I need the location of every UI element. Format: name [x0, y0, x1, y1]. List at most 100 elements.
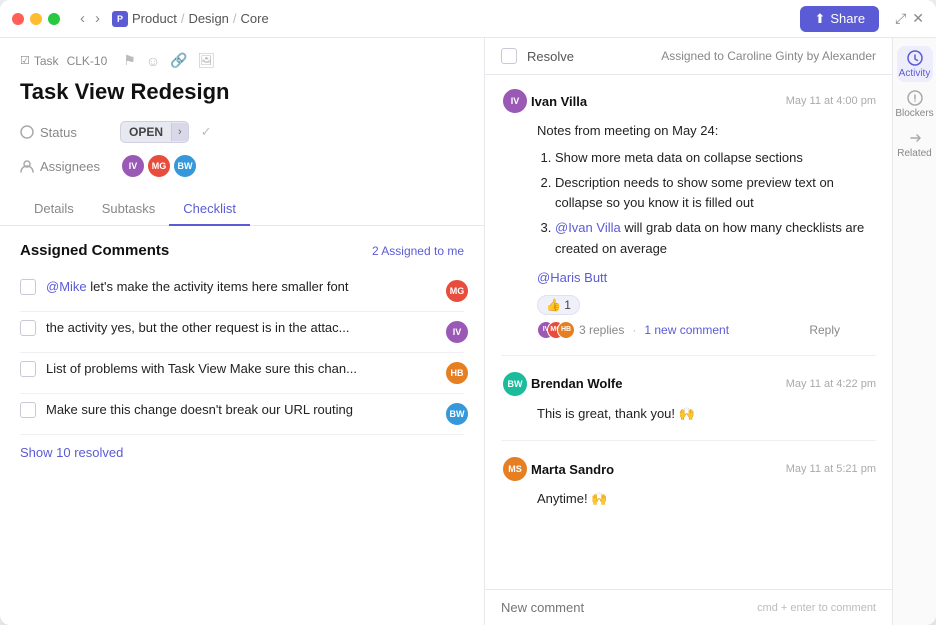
flag-button[interactable]: ⚑ [123, 52, 136, 69]
close-window-button[interactable]: ✕ [912, 10, 924, 27]
list-item: the activity yes, but the other request … [20, 312, 464, 353]
new-comment-input[interactable] [501, 600, 757, 615]
resolve-label[interactable]: Resolve [527, 49, 574, 64]
related-icon [907, 130, 923, 146]
item-checkbox-2[interactable] [20, 320, 36, 336]
comments-list: IV Ivan Villa May 11 at 4:00 pm Notes fr… [485, 75, 892, 589]
list-item: Make sure this change doesn't break our … [20, 394, 464, 435]
breadcrumb-design[interactable]: Design [188, 11, 228, 26]
activity-label: Activity [899, 68, 931, 79]
item-checkbox-4[interactable] [20, 402, 36, 418]
comment-mention-haris: @Haris Butt [537, 268, 876, 289]
task-title: Task View Redesign [20, 79, 464, 105]
assignee-avatars: IV MG BW [120, 153, 192, 179]
breadcrumb-sep-1: / [181, 11, 185, 26]
assigned-to-me-badge[interactable]: 2 Assigned to me [372, 244, 464, 258]
checklist-content: Assigned Comments 2 Assigned to me @Mike… [0, 226, 484, 625]
breadcrumb-core[interactable]: Core [241, 11, 269, 26]
close-button[interactable] [12, 13, 24, 25]
comment-time-ivan: May 11 at 4:00 pm [786, 95, 876, 107]
section-title: Assigned Comments [20, 242, 169, 259]
comment-body-brendan: This is great, thank you! 🙌 [501, 404, 876, 425]
list-item: @Ivan Villa will grab data on how many c… [555, 218, 876, 260]
task-icon: ☑ [20, 54, 30, 67]
comment-author-ivan: Ivan Villa [531, 94, 587, 109]
item-avatar-4: BW [444, 401, 470, 427]
resolve-bar: Resolve Assigned to Caroline Ginty by Al… [485, 38, 892, 75]
reply-avatar-3: HB [557, 321, 575, 339]
forward-button[interactable]: › [91, 8, 104, 29]
back-button[interactable]: ‹ [76, 8, 89, 29]
avatar-3: BW [172, 153, 198, 179]
app-logo: P [112, 11, 128, 27]
tabs: Details Subtasks Checklist [0, 193, 484, 226]
emoji-button[interactable]: ☺ [146, 52, 160, 69]
status-label: Status [20, 125, 120, 140]
comment-author-marta: Marta Sandro [531, 462, 614, 477]
comments-area: Resolve Assigned to Caroline Ginty by Al… [485, 38, 892, 625]
maximize-button[interactable] [48, 13, 60, 25]
image-button[interactable]: 🖼 [198, 52, 216, 69]
comment-divider-1 [501, 355, 876, 356]
sidebar-item-activity[interactable]: Activity [897, 46, 933, 82]
breadcrumb-product[interactable]: Product [132, 11, 177, 26]
mention-ivan-villa: @Ivan Villa [555, 220, 621, 235]
blockers-label: Blockers [895, 108, 933, 119]
sidebar-item-blockers[interactable]: Blockers [897, 86, 933, 122]
reply-avatars: IV MG HB [537, 321, 571, 339]
comment-author-brendan: Brendan Wolfe [531, 376, 623, 391]
status-row: Status OPEN › ✓ [20, 121, 464, 143]
sidebar-item-related[interactable]: Related [897, 126, 933, 162]
reply-button[interactable]: Reply [809, 323, 840, 337]
task-id: CLK-10 [67, 54, 108, 68]
tab-checklist[interactable]: Checklist [169, 193, 250, 226]
assignees-label: Assignees [20, 159, 120, 174]
share-button[interactable]: ⬆ Share [800, 6, 879, 32]
mention-mike: @Mike [46, 279, 87, 294]
share-icon: ⬆ [814, 11, 825, 27]
status-icon [20, 125, 34, 139]
task-header: ☑ Task CLK-10 ⚑ ☺ 🔗 🖼 Task View Redesign [0, 38, 484, 189]
item-avatar-2: IV [444, 319, 470, 345]
main-content: ☑ Task CLK-10 ⚑ ☺ 🔗 🖼 Task View Redesign [0, 38, 936, 625]
comment-marta: MS Marta Sandro May 11 at 5:21 pm Anytim… [501, 455, 876, 510]
comment-avatar-ivan: IV [501, 87, 529, 115]
tab-subtasks[interactable]: Subtasks [88, 193, 169, 226]
status-badge: OPEN › [120, 121, 189, 143]
link-button[interactable]: 🔗 [170, 52, 187, 69]
minimize-button[interactable] [30, 13, 42, 25]
task-meta: ☑ Task CLK-10 ⚑ ☺ 🔗 🖼 [20, 52, 464, 69]
activity-panel: Resolve Assigned to Caroline Ginty by Al… [485, 38, 936, 625]
new-comment-badge: 1 new comment [644, 323, 729, 337]
window-controls: ⤢ ✕ [895, 10, 924, 27]
item-text-4: Make sure this change doesn't break our … [46, 401, 434, 419]
section-header: Assigned Comments 2 Assigned to me [20, 242, 464, 259]
expand-button[interactable]: ⤢ [895, 10, 906, 27]
tab-details[interactable]: Details [20, 193, 88, 226]
comment-time-brendan: May 11 at 4:22 pm [786, 378, 876, 390]
related-label: Related [897, 148, 931, 159]
resolve-checkbox[interactable] [501, 48, 517, 64]
resolve-assigned: Assigned to Caroline Ginty by Alexander [584, 49, 876, 63]
item-text-2: the activity yes, but the other request … [46, 319, 434, 337]
blockers-icon [907, 90, 923, 106]
show-resolved-button[interactable]: Show 10 resolved [20, 435, 123, 460]
left-panel: ☑ Task CLK-10 ⚑ ☺ 🔗 🖼 Task View Redesign [0, 38, 485, 625]
comment-body-marta: Anytime! 🙌 [501, 489, 876, 510]
comment-avatar-brendan: BW [501, 370, 529, 398]
list-item: Description needs to show some preview t… [555, 173, 876, 215]
comment-body-ivan: Notes from meeting on May 24: Show more … [501, 121, 876, 289]
item-avatar-3: HB [444, 360, 470, 386]
replies-text: 3 replies [579, 323, 624, 337]
list-item: Show more meta data on collapse sections [555, 148, 876, 169]
task-actions: ⚑ ☺ 🔗 🖼 [123, 52, 215, 69]
activity-sidebar: Activity Blockers Related [892, 38, 936, 625]
status-dropdown-button[interactable]: › [171, 123, 188, 141]
reaction-chip[interactable]: 👍 1 [537, 295, 580, 315]
item-checkbox-1[interactable] [20, 279, 36, 295]
breadcrumb: P Product / Design / Core [112, 11, 269, 27]
comment-header-brendan: BW Brendan Wolfe May 11 at 4:22 pm [501, 370, 876, 398]
item-checkbox-3[interactable] [20, 361, 36, 377]
item-avatar-1: MG [444, 278, 470, 304]
status-check-button[interactable]: ✓ [195, 121, 218, 143]
